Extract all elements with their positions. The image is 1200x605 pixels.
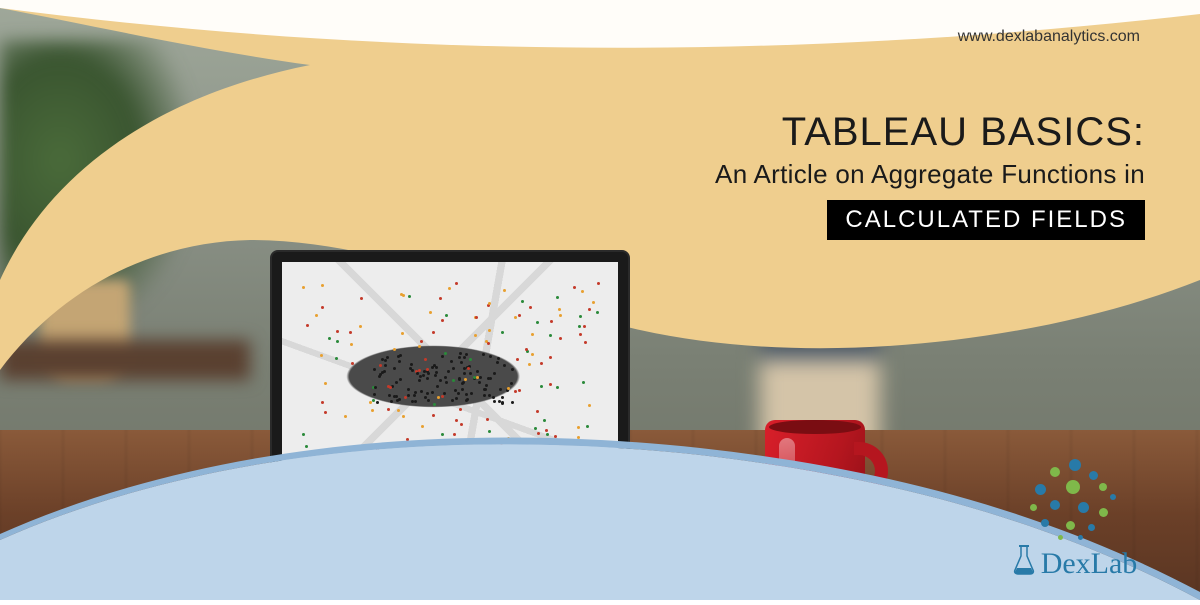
shelf-decor — [0, 340, 250, 380]
title-badge: CALCULATED FIELDS — [827, 200, 1145, 240]
title-block: TABLEAU BASICS: An Article on Aggregate … — [605, 110, 1145, 240]
title-subtitle: An Article on Aggregate Functions in — [605, 159, 1145, 190]
logo-dots-icon — [1025, 457, 1125, 542]
dexlab-logo: DexLab — [995, 457, 1155, 582]
title-main: TABLEAU BASICS: — [605, 110, 1145, 155]
flask-icon — [1013, 544, 1035, 581]
site-url: www.dexlabanalytics.com — [958, 28, 1140, 46]
logo-text: DexLab — [1041, 547, 1138, 580]
